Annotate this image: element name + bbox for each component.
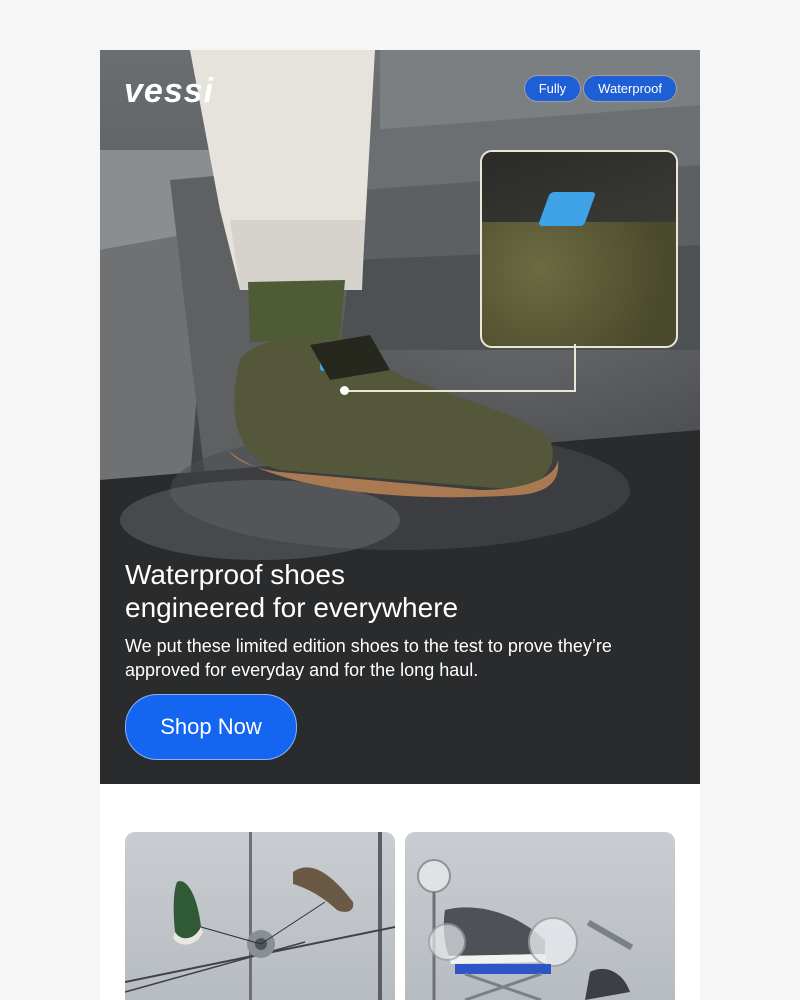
hero-banner[interactable]: vessi Fully Waterproof Waterproof shoes … [100,50,700,784]
hero-title-line2: engineered for everywhere [125,592,459,623]
email-container: vessi Fully Waterproof Waterproof shoes … [100,50,700,1000]
hanging-shoes-image [125,832,395,1000]
shop-now-button[interactable]: Shop Now [125,694,297,760]
hero-title-line1: Waterproof shoes [125,559,345,590]
hero-copy: Waterproof shoes engineered for everywhe… [125,558,665,682]
fabric-zoom-callout [480,150,678,348]
badge-waterproof: Waterproof [584,76,676,101]
hero-subtitle: We put these limited edition shoes to th… [125,636,612,680]
brand-logo[interactable]: vessi [124,72,214,111]
product-tile-hanging-shoes[interactable] [125,832,395,1000]
callout-anchor-dot [340,386,349,395]
callout-connector-horizontal [346,390,576,392]
product-tile-lab-stand[interactable] [405,832,675,1000]
waterproof-badge-group: Fully Waterproof [524,76,676,101]
hero-title: Waterproof shoes engineered for everywhe… [125,558,665,624]
lab-stand-shoe-image [417,859,634,1000]
callout-connector-vertical [574,344,576,390]
badge-fully: Fully [524,76,581,101]
